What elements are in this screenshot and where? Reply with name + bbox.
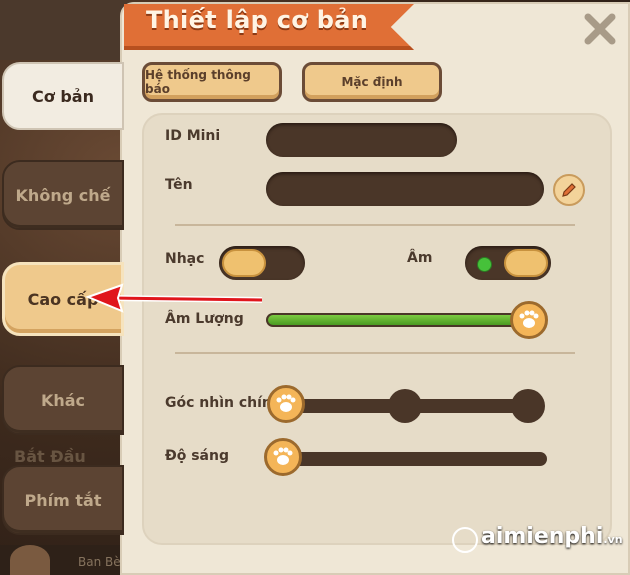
volume-slider-fill: [268, 315, 527, 325]
volume-slider-handle[interactable]: [510, 301, 548, 339]
pencil-icon: [562, 183, 576, 197]
watermark-brand: aimienphi: [481, 524, 604, 549]
page-title: Thiết lập cơ bản: [146, 6, 369, 34]
notification-system-button[interactable]: Hệ thống thông báo: [142, 62, 282, 102]
divider: [175, 352, 575, 354]
tab-co-ban[interactable]: Cơ bản: [2, 62, 124, 130]
tab-label: Phím tắt: [24, 490, 102, 510]
tab-khac[interactable]: Khác: [2, 365, 124, 435]
paw-icon: [273, 447, 293, 465]
camera-step-stop[interactable]: [511, 389, 545, 423]
id-label: ID Mini: [165, 128, 221, 144]
camera-step-stop[interactable]: [388, 389, 422, 423]
toggle-knob: [222, 249, 266, 277]
camera-label: Góc nhìn chính: [165, 395, 282, 411]
tab-khong-che[interactable]: Không chế: [2, 160, 124, 230]
edit-name-button[interactable]: [553, 174, 585, 206]
close-button[interactable]: [583, 12, 617, 46]
toggle-on-indicator: [477, 257, 492, 272]
background-bottom-label: Ban Bè: [78, 555, 121, 569]
close-icon: [584, 13, 616, 45]
volume-slider[interactable]: [266, 313, 546, 327]
paw-icon: [519, 310, 539, 328]
watermark: aimienphi.vn: [481, 524, 623, 549]
red-arrow-annotation: [85, 283, 263, 313]
background-top-block: [0, 0, 130, 60]
background-character-icon: [10, 545, 50, 575]
watermark-suffix: .vn: [603, 533, 623, 546]
divider: [175, 224, 575, 226]
sound-label: Âm: [407, 250, 433, 266]
notification-system-label: Hệ thống thông báo: [145, 68, 251, 96]
tab-label: Không chế: [15, 185, 111, 205]
id-field: [266, 123, 457, 157]
tab-label: Khác: [40, 390, 86, 410]
tab-phim-tat[interactable]: Phím tắt: [2, 465, 124, 535]
default-button-label: Mặc định: [341, 75, 403, 89]
brightness-slider[interactable]: [285, 452, 547, 466]
name-field[interactable]: [266, 172, 544, 206]
brightness-label: Độ sáng: [165, 448, 229, 464]
name-label: Tên: [165, 177, 193, 193]
paw-icon: [276, 394, 296, 412]
camera-slider-handle[interactable]: [267, 385, 305, 423]
default-button[interactable]: Mặc định: [302, 62, 442, 102]
brightness-slider-handle[interactable]: [264, 438, 302, 476]
music-label: Nhạc: [165, 251, 205, 267]
sound-toggle[interactable]: [465, 246, 551, 280]
music-toggle[interactable]: [219, 246, 305, 280]
tab-label: Cơ bản: [32, 86, 94, 106]
background-faded-text: Bắt Đầu: [14, 447, 86, 466]
watermark-logo-icon: [452, 527, 478, 553]
toggle-knob: [504, 249, 548, 277]
